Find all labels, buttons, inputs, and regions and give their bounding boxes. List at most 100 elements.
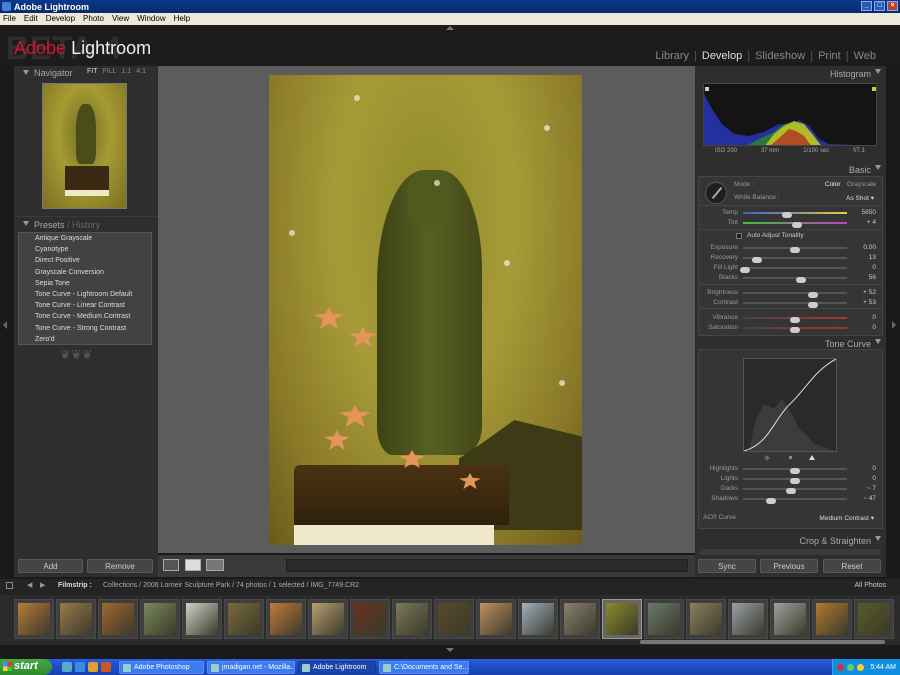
back-arrow-icon[interactable]: ◀ <box>27 581 32 589</box>
filmstrip-thumbnail[interactable] <box>602 599 642 639</box>
split-point-handle[interactable] <box>764 455 770 461</box>
history-tab[interactable]: History <box>72 220 100 230</box>
module-library[interactable]: Library <box>655 50 689 62</box>
tray-icon[interactable] <box>847 663 854 671</box>
preset-item[interactable]: Tone Curve - Lightroom Default <box>19 289 151 300</box>
preset-item[interactable]: Cyanotype <box>19 244 151 255</box>
histogram-header[interactable]: Histogram <box>695 66 886 80</box>
filmstrip-thumbnail[interactable] <box>770 599 810 639</box>
main-photo[interactable] <box>269 75 582 545</box>
slider-value[interactable]: 5850 <box>862 209 876 216</box>
slider-track[interactable] <box>743 212 847 218</box>
preset-item[interactable]: Antique Grayscale <box>19 233 151 244</box>
filmstrip-thumbnail[interactable] <box>812 599 852 639</box>
preset-item[interactable]: Zero'd <box>19 334 151 345</box>
slider-thumb[interactable] <box>790 327 800 333</box>
slider-value[interactable]: 0.00 <box>863 244 876 251</box>
filmstrip-thumbnail[interactable] <box>350 599 390 639</box>
tray-icon[interactable] <box>837 663 844 671</box>
collapse-triangle-icon[interactable] <box>875 165 881 170</box>
preset-item[interactable]: Direct Positive <box>19 255 151 266</box>
slider-value[interactable]: 0 <box>872 314 876 321</box>
slider-track[interactable] <box>743 327 847 333</box>
close-button[interactable]: × <box>887 1 898 11</box>
basic-header[interactable]: Basic <box>695 162 886 176</box>
sync-button[interactable]: Sync <box>698 559 756 573</box>
module-print[interactable]: Print <box>818 50 841 62</box>
menu-window[interactable]: Window <box>137 14 165 25</box>
slider-value[interactable]: 0 <box>872 324 876 331</box>
taskbar-button[interactable]: Adobe Photoshop <box>119 660 204 674</box>
preset-item[interactable]: Tone Curve - Medium Contrast <box>19 311 151 322</box>
taskbar-button[interactable]: C:\Documents and Se... <box>379 660 469 674</box>
auto-adjust-checkbox[interactable] <box>736 233 742 239</box>
slider-track[interactable] <box>743 478 847 484</box>
menu-view[interactable]: View <box>112 14 129 25</box>
slider-track[interactable] <box>743 292 847 298</box>
right-panel-toggle-icon[interactable] <box>892 321 896 329</box>
desktop-icon[interactable] <box>62 662 72 672</box>
slider-track[interactable] <box>743 317 847 323</box>
white-balance-eyedropper-icon[interactable] <box>705 182 727 204</box>
menu-help[interactable]: Help <box>174 14 190 25</box>
filmstrip-thumbnail[interactable] <box>224 599 264 639</box>
tone-curve-header[interactable]: Tone Curve <box>695 336 886 350</box>
white-balance-select[interactable]: As Shot ▾ <box>846 194 874 202</box>
slider-track[interactable] <box>740 267 847 273</box>
slider-track[interactable] <box>743 468 847 474</box>
slider-value[interactable]: + 4 <box>867 219 876 226</box>
filmstrip-thumbnail[interactable] <box>644 599 684 639</box>
filmstrip-thumbnail[interactable] <box>476 599 516 639</box>
left-panel-toggle-icon[interactable] <box>3 321 7 329</box>
mode-color-option[interactable]: Color <box>825 181 841 188</box>
slider-value[interactable]: ~ 47 <box>863 495 876 502</box>
zoom-4-1[interactable]: 4:1 <box>136 68 146 75</box>
filmstrip-thumbnail[interactable] <box>14 599 54 639</box>
start-button[interactable]: start <box>0 659 52 675</box>
filmstrip-thumbnail[interactable] <box>518 599 558 639</box>
slider-thumb[interactable] <box>766 498 777 504</box>
zoom-fill[interactable]: FILL <box>103 68 117 75</box>
filmstrip-thumbnail[interactable] <box>560 599 600 639</box>
mode-grayscale-option[interactable]: Grayscale <box>847 181 876 188</box>
presets-header[interactable]: Presets / History <box>14 216 158 230</box>
slider-track[interactable] <box>743 247 847 253</box>
forward-arrow-icon[interactable]: ▶ <box>40 581 45 589</box>
preset-item[interactable]: Tone Curve - Linear Contrast <box>19 300 151 311</box>
add-preset-button[interactable]: Add <box>18 559 83 573</box>
slider-value[interactable]: + 53 <box>863 299 876 306</box>
preset-item[interactable]: Sepia Tone <box>19 278 151 289</box>
menu-file[interactable]: File <box>3 14 16 25</box>
slider-track[interactable] <box>743 488 847 494</box>
top-panel-toggle-icon[interactable] <box>446 26 454 30</box>
tray-icon[interactable] <box>857 663 864 671</box>
collapse-triangle-icon[interactable] <box>875 339 881 344</box>
navigator-preview[interactable] <box>42 83 127 209</box>
maximize-button[interactable]: □ <box>874 1 885 11</box>
slider-thumb[interactable] <box>796 277 807 283</box>
slider-value[interactable]: 56 <box>869 274 876 281</box>
loupe-view-icon[interactable] <box>185 559 201 571</box>
reset-button[interactable]: Reset <box>823 559 881 573</box>
filmstrip-thumbnail[interactable] <box>308 599 348 639</box>
collapse-triangle-icon[interactable] <box>23 221 29 226</box>
filmstrip-thumbnail[interactable] <box>392 599 432 639</box>
slider-value[interactable]: 0 <box>872 264 876 271</box>
tone-curve-graph[interactable] <box>743 358 837 452</box>
split-point-handle[interactable] <box>809 455 815 460</box>
collapse-triangle-icon[interactable] <box>875 69 881 74</box>
zoom-1-1[interactable]: 1:1 <box>122 68 132 75</box>
filmstrip-thumbnail[interactable] <box>686 599 726 639</box>
slider-value[interactable]: 0 <box>872 475 876 482</box>
firefox-icon[interactable] <box>88 662 98 672</box>
filmstrip-thumbnail[interactable] <box>56 599 96 639</box>
filmstrip-thumbnail[interactable] <box>434 599 474 639</box>
menu-photo[interactable]: Photo <box>83 14 104 25</box>
navigator-header[interactable]: Navigator FIT FILL 1:1 4:1 <box>14 66 158 80</box>
app-launch-icon[interactable] <box>101 662 111 672</box>
collapse-triangle-icon[interactable] <box>875 536 881 541</box>
filmstrip-thumbnail[interactable] <box>854 599 894 639</box>
slider-value[interactable]: ~ 7 <box>867 485 876 492</box>
minimize-button[interactable]: _ <box>861 1 872 11</box>
view-mode-icon[interactable] <box>163 559 179 571</box>
